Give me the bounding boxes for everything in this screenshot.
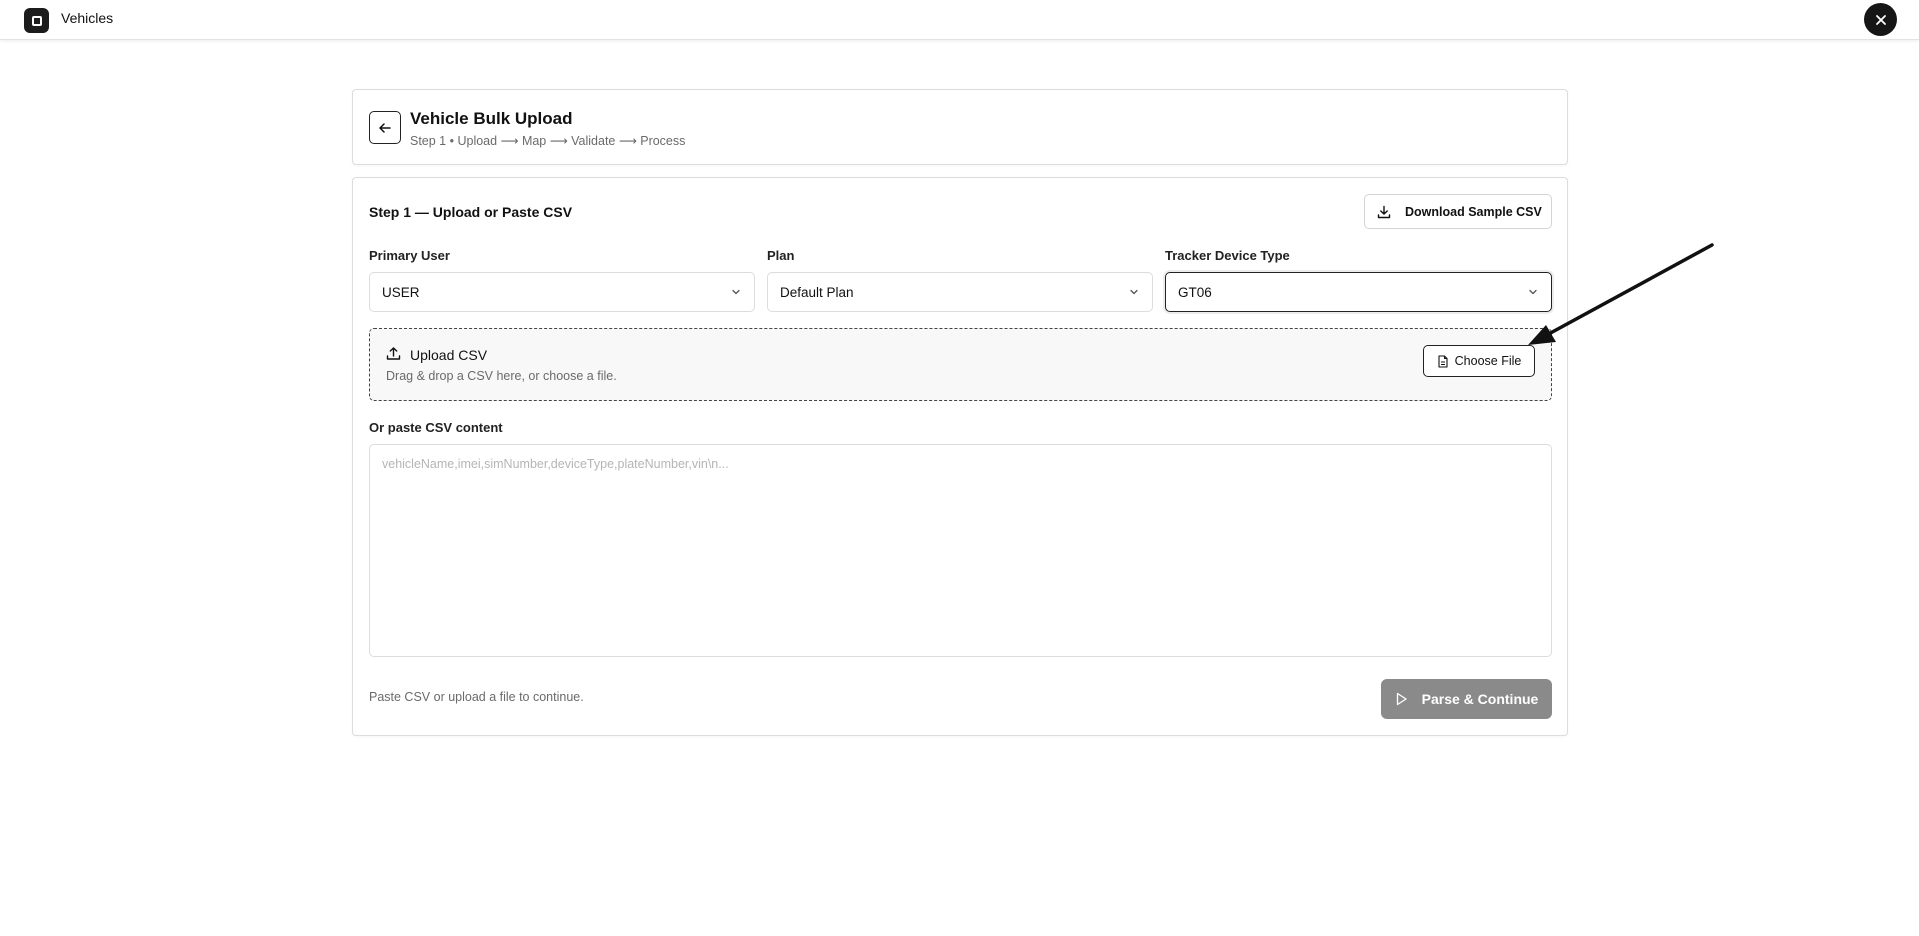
page-subtitle: Step 1 • Upload ⟶ Map ⟶ Validate ⟶ Proce…: [410, 134, 686, 148]
parse-continue-button[interactable]: Parse & Continue: [1381, 679, 1552, 719]
upload-csv-title: Upload CSV: [410, 347, 488, 363]
plan-select[interactable]: Default Plan: [767, 272, 1153, 312]
square-logo-icon: [24, 8, 49, 33]
paste-csv-label: Or paste CSV content: [369, 420, 503, 435]
download-sample-csv-button[interactable]: Download Sample CSV: [1364, 194, 1552, 229]
csv-dropzone[interactable]: Upload CSV Drag & drop a CSV here, or ch…: [369, 328, 1552, 401]
parse-continue-label: Parse & Continue: [1421, 691, 1539, 707]
download-sample-csv-label: Download Sample CSV: [1405, 204, 1542, 219]
arrow-left-icon: [379, 122, 391, 133]
continue-hint: Paste CSV or upload a file to continue.: [369, 690, 584, 704]
download-icon: [1377, 205, 1391, 218]
chevron-down-icon: [1130, 289, 1138, 295]
back-button[interactable]: [369, 111, 401, 144]
step-title: Step 1 — Upload or Paste CSV: [369, 204, 573, 220]
primary-user-value: USER: [382, 284, 420, 300]
header-card: Vehicle Bulk Upload Step 1 • Upload ⟶ Ma…: [352, 89, 1568, 165]
choose-file-label: Choose File: [1454, 354, 1522, 368]
tracker-device-type-select[interactable]: GT06: [1165, 272, 1552, 312]
choose-file-button[interactable]: Choose File: [1423, 345, 1535, 377]
plan-value: Default Plan: [780, 284, 854, 300]
chevron-down-icon: [732, 289, 740, 295]
close-icon: [1875, 14, 1886, 25]
paste-csv-textarea[interactable]: [369, 444, 1552, 657]
primary-user-label: Primary User: [369, 248, 450, 263]
top-bar: Vehicles: [0, 0, 1919, 40]
tracker-device-type-value: GT06: [1178, 284, 1212, 300]
upload-icon: [386, 347, 401, 360]
close-button[interactable]: [1864, 3, 1897, 36]
primary-user-select[interactable]: USER: [369, 272, 755, 312]
tracker-device-type-label: Tracker Device Type: [1165, 248, 1290, 263]
play-icon: [1396, 692, 1407, 706]
plan-label: Plan: [767, 248, 795, 263]
file-icon: [1438, 354, 1448, 368]
chevron-down-icon: [1529, 289, 1537, 295]
upload-csv-hint: Drag & drop a CSV here, or choose a file…: [386, 369, 617, 383]
page-title: Vehicle Bulk Upload: [410, 109, 573, 128]
app-title: Vehicles: [61, 10, 114, 26]
upload-step-card: Step 1 — Upload or Paste CSV Download Sa…: [352, 177, 1568, 736]
